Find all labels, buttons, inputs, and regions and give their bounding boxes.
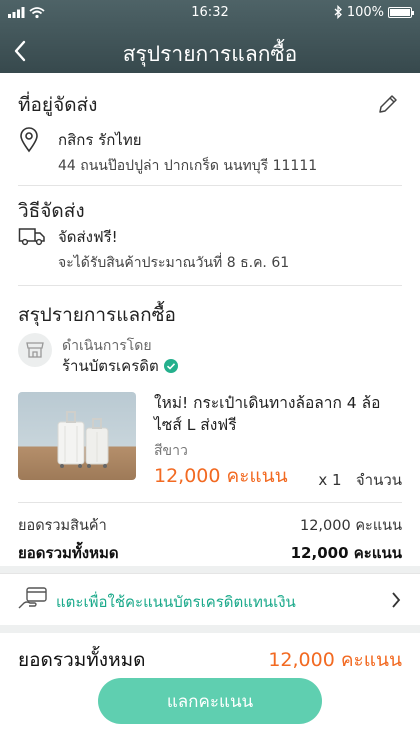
location-pin-icon <box>20 127 38 153</box>
address-section-title: ที่อยู่จัดส่ง <box>18 94 98 116</box>
divider <box>18 185 402 186</box>
recipient-name: กสิกร รักไทย <box>58 131 142 149</box>
use-points-promo-row[interactable]: แตะเพื่อใช้คะแนนบัตรเครดิตแทนเงิน <box>0 573 420 625</box>
summary-section-title: สรุปรายการแลกซื้อ <box>18 304 176 326</box>
product-price: 12,000 คะแนน <box>154 465 288 487</box>
product-color: สีขาว <box>154 443 188 459</box>
subtotal-label: ยอดรวมสินค้า <box>18 518 107 534</box>
store-name: ร้านบัตรเครดิต <box>62 357 159 375</box>
total-value: 12,000 คะแนน <box>290 544 402 562</box>
shipping-estimate: จะได้รับสินค้าประมาณวันที่ 8 ธ.ค. 61 <box>58 255 290 271</box>
store-avatar <box>18 333 52 367</box>
section-divider <box>0 625 420 633</box>
product-name[interactable]: ใหม่! กระเป๋าเดินทางล้อลาก 4 ล้อ ไซส์ L … <box>154 392 380 436</box>
chevron-right-icon <box>392 592 401 608</box>
promo-text: แตะเพื่อใช้คะแนนบัตรเครดิตแทนเงิน <box>56 593 296 611</box>
product-image[interactable] <box>18 392 136 480</box>
product-name-line2: ไซส์ L ส่งฟรี <box>154 416 237 434</box>
total-label: ยอดรวมทั้งหมด <box>18 544 119 562</box>
edit-pencil-icon[interactable] <box>376 92 400 116</box>
delivery-truck-icon <box>18 228 45 246</box>
divider <box>18 502 402 503</box>
store-icon <box>26 342 44 358</box>
app-header: 16:32 100% สรุปรายการแลกซื้อ <box>0 0 420 73</box>
page-title: สรุปรายการแลกซื้อ <box>122 42 298 66</box>
verified-badge-icon <box>163 359 178 373</box>
bluetooth-icon <box>334 5 342 19</box>
footer-total-value: 12,000 คะแนน <box>268 649 402 671</box>
status-bar: 16:32 100% <box>0 0 420 24</box>
divider <box>18 285 402 286</box>
footer-total-label: ยอดรวมทั้งหมด <box>18 649 146 671</box>
luggage-image-icon <box>57 411 109 468</box>
section-divider <box>0 566 420 573</box>
shipping-section-title: วิธีจัดส่ง <box>18 200 85 222</box>
product-name-line1: ใหม่! กระเป๋าเดินทางล้อลาก 4 ล้อ <box>154 394 381 412</box>
battery-icon <box>388 6 414 18</box>
redeem-points-button[interactable]: แลกคะแนน <box>98 678 322 724</box>
subtotal-value: 12,000 คะแนน <box>299 518 402 534</box>
shipping-method: จัดส่งฟรี! <box>58 228 118 246</box>
product-quantity: x 1 จำนวน <box>318 471 402 489</box>
address-detail: 44 ถนนป๊อปปูล่า ปากเกร็ด นนทบุรี 11111 <box>58 158 318 174</box>
credit-card-hand-icon <box>18 587 47 609</box>
battery-percent: 100% <box>346 4 384 20</box>
